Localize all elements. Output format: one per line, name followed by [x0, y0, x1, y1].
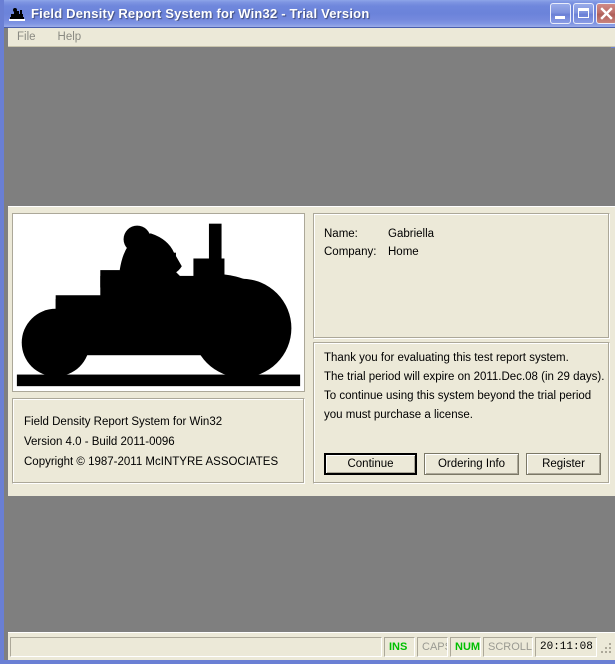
name-value: Gabriella [388, 228, 435, 240]
status-message-pane [10, 636, 382, 657]
continue-button[interactable]: Continue [324, 453, 417, 475]
copyright-line: Copyright © 1987-2011 McINTYRE ASSOCIATE… [24, 456, 279, 468]
company-value: Home [388, 246, 419, 258]
version-build-line: Version 4.0 - Build 2011-0096 [24, 436, 175, 448]
ordering-info-button[interactable]: Ordering Info [424, 453, 519, 475]
trial-line-2: The trial period will expire on 2011.Dec… [324, 371, 605, 383]
trial-line-4: you must purchase a license. [324, 409, 473, 421]
register-button[interactable]: Register [526, 453, 601, 475]
status-indicator-scroll: SCROLL [483, 636, 533, 657]
trial-message-box: Thank you for evaluating this test repor… [313, 342, 610, 484]
client-area: Field Density Report System for Win32 Ve… [8, 48, 615, 632]
maximize-button[interactable] [573, 3, 594, 24]
tractor-icon [9, 6, 25, 22]
status-indicator-caps: CAPS [417, 636, 448, 657]
application-window: Field Density Report System for Win32 - … [0, 0, 615, 664]
menu-item-help[interactable]: Help [56, 29, 91, 45]
product-name-line: Field Density Report System for Win32 [24, 416, 223, 428]
status-indicator-ins: INS [384, 636, 415, 657]
trial-line-3: To continue using this system beyond the… [324, 390, 592, 402]
menu-bar: File Help [8, 28, 615, 47]
resize-grip[interactable] [599, 637, 613, 657]
title-bar[interactable]: Field Density Report System for Win32 - … [4, 0, 615, 28]
registration-info-box: Name: Gabriella Company: Home [313, 213, 610, 339]
company-label: Company: [324, 246, 377, 258]
about-trial-panel: Field Density Report System for Win32 Ve… [8, 206, 615, 496]
window-title: Field Density Report System for Win32 - … [31, 6, 370, 21]
trial-line-1: Thank you for evaluating this test repor… [324, 352, 569, 364]
menu-item-file[interactable]: File [15, 29, 45, 45]
minimize-button[interactable] [550, 3, 571, 24]
tractor-silhouette-icon [13, 214, 304, 391]
status-indicator-num: NUM [450, 636, 481, 657]
status-clock: 20:11:08 [535, 636, 597, 657]
name-label: Name: [324, 228, 358, 240]
close-button[interactable] [596, 3, 615, 24]
logo-image-box [12, 213, 305, 392]
version-info-box: Field Density Report System for Win32 Ve… [12, 398, 305, 484]
status-bar: INS CAPS NUM SCROLL 20:11:08 [8, 632, 615, 660]
